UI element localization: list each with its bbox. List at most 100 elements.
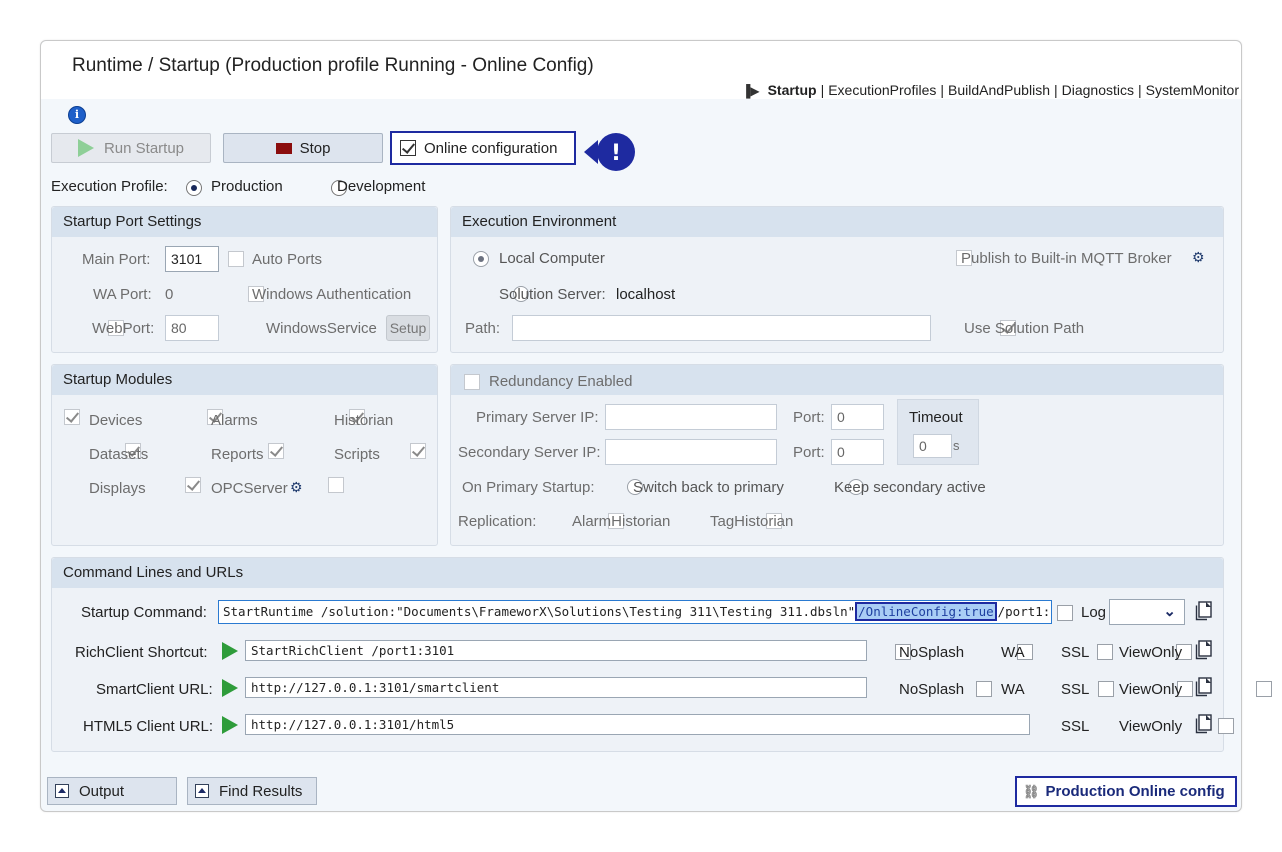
secondary-ip-input[interactable]	[605, 439, 777, 465]
local-computer-label: Local Computer	[499, 250, 605, 267]
html5-ssl-label: SSL	[1061, 718, 1090, 735]
development-label: Development	[337, 178, 426, 195]
output-label: Output	[79, 782, 125, 800]
path-label: Path:	[465, 320, 501, 337]
displays-checkbox[interactable]	[185, 477, 202, 494]
run-startup-button[interactable]: Run Startup	[51, 133, 211, 163]
nav-systemmonitor-link[interactable]: SystemMonitor	[1146, 82, 1239, 98]
find-results-button[interactable]: Find Results	[187, 777, 317, 805]
startup-modules-panel: Startup Modules Devices Alarms Historian…	[51, 364, 438, 546]
smartclient-nosplash-checkbox[interactable]	[975, 681, 992, 698]
svg-text:!: !	[611, 141, 621, 166]
copy-richclient-icon[interactable]	[1195, 640, 1213, 660]
online-config-param: /OnlineConfig:true	[855, 602, 997, 621]
smartclient-run-icon[interactable]	[222, 679, 238, 697]
log-label: Log	[1081, 604, 1107, 621]
webport-label: WebPort:	[92, 320, 155, 337]
windows-auth-label: Windows Authentication	[252, 286, 412, 303]
historian-label: Historian	[334, 412, 394, 429]
main-port-label: Main Port:	[82, 251, 151, 268]
radio-local-computer[interactable]	[473, 251, 489, 268]
main-port-input[interactable]: 3101	[165, 246, 219, 272]
richclient-nosplash-label: NoSplash	[899, 644, 965, 661]
richclient-wa-label: WA	[1001, 644, 1025, 661]
log-checkbox[interactable]	[1057, 605, 1073, 622]
primary-ip-input[interactable]	[605, 404, 777, 430]
mqtt-gear-icon[interactable]: ⚙	[1192, 249, 1205, 266]
replication-label: Replication:	[458, 513, 537, 530]
stop-button[interactable]: Stop	[223, 133, 383, 163]
smartclient-nosplash-label: NoSplash	[899, 681, 965, 698]
execution-env-title: Execution Environment	[451, 207, 1223, 237]
html5-run-icon[interactable]	[222, 716, 238, 734]
setup-button[interactable]: Setup	[386, 315, 430, 341]
redundancy-enabled-checkbox[interactable]	[464, 374, 480, 391]
solution-server-label: Solution Server:	[499, 286, 606, 303]
nav-startup-link[interactable]: Startup	[768, 82, 817, 98]
reports-checkbox[interactable]	[267, 443, 284, 460]
production-label: Production	[211, 178, 283, 195]
info-icon[interactable]: i	[68, 106, 86, 124]
html5-input[interactable]: http://127.0.0.1:3101/html5	[245, 714, 1030, 735]
nav-buildandpublish-link[interactable]: BuildAndPublish	[948, 82, 1050, 98]
radio-production[interactable]	[186, 180, 202, 197]
redundancy-panel: Redundancy Enabled Primary Server IP: Po…	[450, 364, 1224, 546]
log-select[interactable]: ⌄	[1109, 599, 1185, 625]
on-primary-startup-label: On Primary Startup:	[462, 479, 595, 496]
nav-play-icon: ▐▶	[741, 84, 760, 98]
expand-up-icon	[195, 784, 209, 798]
richclient-ssl-checkbox[interactable]	[1096, 644, 1113, 661]
startup-window: Runtime / Startup (Production profile Ru…	[40, 40, 1273, 812]
opcserver-gear-icon[interactable]: ⚙	[290, 479, 303, 496]
displays-label: Displays	[89, 480, 146, 497]
html5-viewonly-label: ViewOnly	[1119, 718, 1183, 735]
timeout-label: Timeout	[909, 409, 963, 426]
smartclient-input[interactable]: http://127.0.0.1:3101/smartclient	[245, 677, 867, 698]
copy-smartclient-icon[interactable]	[1195, 677, 1213, 697]
use-solution-path-label: Use Solution Path	[964, 320, 1085, 337]
solution-server-value: localhost	[616, 286, 676, 303]
status-badge[interactable]: ⛓ Production Online config	[1015, 776, 1237, 807]
online-config-checkbox[interactable]	[400, 140, 416, 156]
command-lines-panel: Command Lines and URLs Startup Command: …	[51, 557, 1273, 752]
path-input[interactable]	[512, 315, 931, 341]
copy-startup-icon[interactable]	[1195, 601, 1213, 621]
nav-diagnostics-link[interactable]: Diagnostics	[1062, 82, 1134, 98]
warning-icon: !	[584, 133, 635, 171]
auto-ports-checkbox[interactable]	[228, 251, 244, 268]
primary-port-label: Port:	[793, 409, 825, 426]
smartclient-viewonly-checkbox[interactable]	[1256, 681, 1273, 698]
switch-back-label: Switch back to primary	[633, 479, 784, 496]
expand-up-icon	[55, 784, 69, 798]
devices-checkbox[interactable]	[64, 409, 80, 426]
datasets-label: Datasets	[89, 446, 149, 463]
timeout-unit: s	[953, 438, 960, 453]
opcserver-checkbox[interactable]	[328, 477, 345, 494]
startup-command-label: Startup Command:	[81, 604, 207, 621]
secondary-port-input[interactable]: 0	[831, 439, 884, 465]
richclient-run-icon[interactable]	[222, 642, 238, 660]
html5-ssl-checkbox[interactable]	[1217, 718, 1234, 735]
primary-port-input[interactable]: 0	[831, 404, 884, 430]
scripts-checkbox[interactable]	[409, 443, 426, 460]
copy-html5-icon[interactable]	[1195, 714, 1213, 734]
startup-command-input[interactable]: StartRuntime /solution:"Documents\Framew…	[218, 600, 1052, 624]
html5-label: HTML5 Client URL:	[83, 718, 214, 735]
breadcrumb-nav: ▐▶ Startup | ExecutionProfiles | BuildAndPubl…	[741, 82, 1239, 98]
richclient-ssl-label: SSL	[1061, 644, 1090, 661]
richclient-input[interactable]: StartRichClient /port1:3101	[245, 640, 867, 661]
stop-icon	[275, 142, 292, 154]
smartclient-wa-checkbox[interactable]	[1098, 681, 1115, 698]
webport-input[interactable]: 80	[165, 315, 219, 341]
online-config-toggle[interactable]: Online configuration	[390, 131, 576, 165]
smartclient-wa-label: WA	[1001, 681, 1025, 698]
play-icon	[77, 139, 94, 157]
timeout-input[interactable]: 0	[913, 434, 952, 458]
richclient-label: RichClient Shortcut:	[75, 644, 208, 661]
header-bar: Runtime / Startup (Production profile Ru…	[41, 41, 1241, 99]
execution-profile-label: Execution Profile:	[51, 178, 168, 195]
devices-label: Devices	[89, 412, 143, 429]
port-settings-title: Startup Port Settings	[52, 207, 437, 237]
nav-executionprofiles-link[interactable]: ExecutionProfiles	[828, 82, 936, 98]
output-panel-button[interactable]: Output	[47, 777, 177, 805]
